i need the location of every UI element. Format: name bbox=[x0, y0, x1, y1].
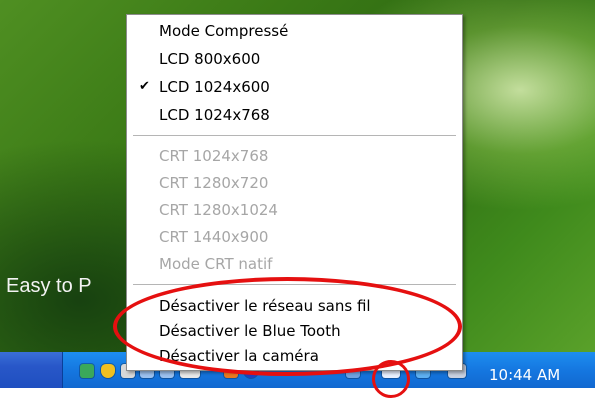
menu-item-lcd-800x600[interactable]: LCD 800x600 bbox=[159, 49, 260, 69]
menu-item-crt-1280x720: CRT 1280x720 bbox=[159, 174, 269, 192]
menu-item-mode-compresse[interactable]: Mode Compressé bbox=[159, 21, 288, 41]
menu-item-crt-1280x1024: CRT 1280x1024 bbox=[159, 201, 278, 219]
menu-item-lcd-1024x600[interactable]: LCD 1024x600 bbox=[159, 77, 270, 97]
menu-item-crt-1024x768: CRT 1024x768 bbox=[159, 147, 269, 165]
highlight-ellipse-annotation bbox=[113, 277, 462, 376]
network-setup-icon[interactable] bbox=[80, 364, 94, 378]
highlight-circle-annotation bbox=[372, 360, 410, 398]
menu-separator bbox=[133, 135, 456, 137]
menu-item-lcd-1024x768[interactable]: LCD 1024x768 bbox=[159, 105, 270, 125]
security-shield-icon[interactable] bbox=[101, 364, 115, 378]
checkmark-icon: ✔ bbox=[139, 79, 150, 94]
taskbar-clock[interactable]: 10:44 AM bbox=[489, 366, 560, 384]
menu-item-mode-crt-natif: Mode CRT natif bbox=[159, 255, 273, 273]
desktop-text: Easy to P bbox=[6, 275, 92, 297]
menu-item-crt-1440x900: CRT 1440x900 bbox=[159, 228, 269, 246]
